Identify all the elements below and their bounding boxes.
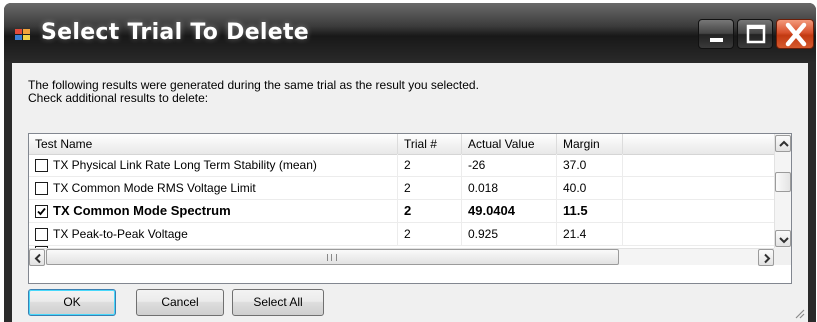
scroll-up-button[interactable] [775, 135, 791, 152]
test-name: TX Peak-to-Peak Voltage [53, 227, 188, 241]
app-icon [15, 29, 30, 40]
description-line-2: Check additional results to delete: [28, 91, 209, 105]
column-header-trial[interactable]: Trial # [398, 134, 462, 154]
column-header-margin[interactable]: Margin [557, 134, 623, 154]
scroll-down-button[interactable] [775, 230, 791, 247]
trial-cell: 2 [398, 223, 462, 245]
column-header-filler [623, 134, 775, 154]
test-name-cell: TX Common Mode RMS Voltage Limit [29, 177, 398, 199]
filler-cell [623, 200, 775, 222]
table-row[interactable]: TX Peak-to-Peak Voltage 2 0.925 21.4 [29, 223, 775, 246]
window-title: Select Trial To Delete [41, 20, 310, 45]
table-row[interactable]: TX Physical Link Rate Long Term Stabilit… [29, 154, 775, 177]
vertical-scroll-thumb[interactable] [775, 172, 791, 192]
select-all-button[interactable]: Select All [232, 289, 324, 316]
scrollbar-corner [774, 248, 791, 265]
actual-value-cell: -26 [462, 154, 557, 176]
margin-cell: 11.5 [557, 200, 623, 222]
test-name: TX Common Mode RMS Voltage Limit [53, 181, 256, 195]
chevron-right-icon [764, 253, 771, 264]
resize-grip-icon[interactable] [793, 307, 805, 319]
filler-cell [623, 154, 775, 176]
margin-cell: 37.0 [557, 154, 623, 176]
dialog-window: Select Trial To Delete The following res… [4, 3, 816, 322]
maximize-icon [746, 24, 766, 44]
actual-value-cell: 0.925 [462, 223, 557, 245]
margin-cell: 21.4 [557, 223, 623, 245]
row-checkbox[interactable] [35, 182, 48, 195]
chevron-up-icon [779, 140, 789, 147]
maximize-button[interactable] [737, 19, 773, 49]
minimize-button[interactable] [698, 19, 734, 49]
horizontal-scrollbar[interactable] [29, 248, 775, 266]
filler-cell [623, 223, 775, 245]
scroll-right-button[interactable] [758, 249, 774, 266]
cancel-button[interactable]: Cancel [136, 289, 224, 316]
chevron-left-icon [34, 253, 41, 264]
grid-header: Test Name Trial # Actual Value Margin [29, 134, 775, 155]
results-grid[interactable]: Test Name Trial # Actual Value Margin TX… [28, 133, 792, 284]
title-bar[interactable]: Select Trial To Delete [4, 3, 816, 63]
test-name-cell: TX Physical Link Rate Long Term Stabilit… [29, 154, 398, 176]
row-checkbox[interactable] [35, 228, 48, 241]
column-header-test-name[interactable]: Test Name [29, 134, 398, 154]
row-checkbox-checked[interactable] [35, 205, 48, 218]
test-name-cell: TX Peak-to-Peak Voltage [29, 223, 398, 245]
scroll-grip-icon [327, 254, 337, 261]
actual-value-cell: 49.0404 [462, 200, 557, 222]
horizontal-scroll-thumb[interactable] [46, 249, 619, 265]
test-name-cell: TX Common Mode Spectrum [29, 200, 398, 222]
close-button[interactable] [776, 19, 814, 49]
ok-button[interactable]: OK [28, 289, 116, 316]
column-header-actual-value[interactable]: Actual Value [462, 134, 557, 154]
margin-cell: 40.0 [557, 177, 623, 199]
row-checkbox[interactable] [35, 159, 48, 172]
filler-cell [623, 177, 775, 199]
description-text: The following results were generated dur… [28, 79, 479, 105]
checkmark-icon [37, 207, 46, 216]
test-name: TX Common Mode Spectrum [53, 203, 231, 218]
actual-value-cell: 0.018 [462, 177, 557, 199]
vertical-scrollbar[interactable] [774, 134, 791, 248]
chevron-down-icon [779, 237, 789, 244]
trial-cell: 2 [398, 177, 462, 199]
test-name: TX Physical Link Rate Long Term Stabilit… [53, 158, 317, 172]
table-row[interactable]: TX Common Mode Spectrum 2 49.0404 11.5 [29, 200, 775, 223]
minimize-icon [710, 38, 723, 42]
dialog-client-area: The following results were generated dur… [12, 63, 808, 322]
trial-cell: 2 [398, 200, 462, 222]
trial-cell: 2 [398, 154, 462, 176]
close-icon [785, 22, 807, 47]
table-row[interactable]: TX Common Mode RMS Voltage Limit 2 0.018… [29, 177, 775, 200]
scroll-left-button[interactable] [29, 249, 45, 266]
